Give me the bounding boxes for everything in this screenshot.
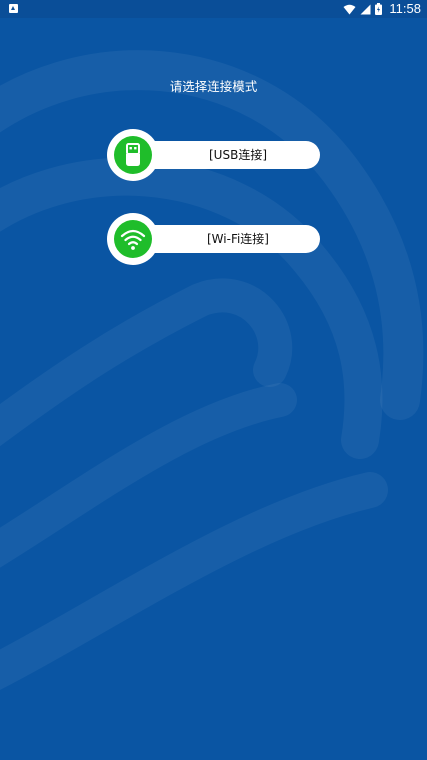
wifi-connect-label: [Wi-Fi连接] xyxy=(207,232,269,246)
status-icons: 11:58 xyxy=(343,1,421,17)
status-time: 11:58 xyxy=(389,1,421,16)
wifi-icon xyxy=(120,229,146,250)
status-bar: 11:58 xyxy=(0,0,427,18)
usb-connect-button[interactable]: [USB连接] xyxy=(107,129,320,181)
usb-icon xyxy=(126,143,140,166)
cell-signal-icon xyxy=(360,4,371,15)
usb-icon-ring[interactable] xyxy=(107,129,159,181)
battery-icon xyxy=(375,3,383,15)
usb-connect-label: [USB连接] xyxy=(209,148,267,162)
wifi-icon-circle xyxy=(114,220,152,258)
wifi-connect-pill[interactable]: [Wi-Fi连接] xyxy=(131,225,320,253)
notification-icon xyxy=(9,4,18,13)
connection-mode-prompt: 请选择连接模式 xyxy=(169,79,258,94)
wifi-icon-ring[interactable] xyxy=(107,213,159,265)
usb-connect-pill[interactable]: [USB连接] xyxy=(131,141,320,169)
wifi-connect-button[interactable]: [Wi-Fi连接] xyxy=(107,213,320,265)
wifi-signal-icon xyxy=(343,4,356,15)
usb-icon-circle xyxy=(114,136,152,174)
background-logo-watermark xyxy=(0,50,424,690)
app-screen: 11:58 请选择连接模式 [USB连接] [Wi-Fi连接] xyxy=(0,0,427,760)
